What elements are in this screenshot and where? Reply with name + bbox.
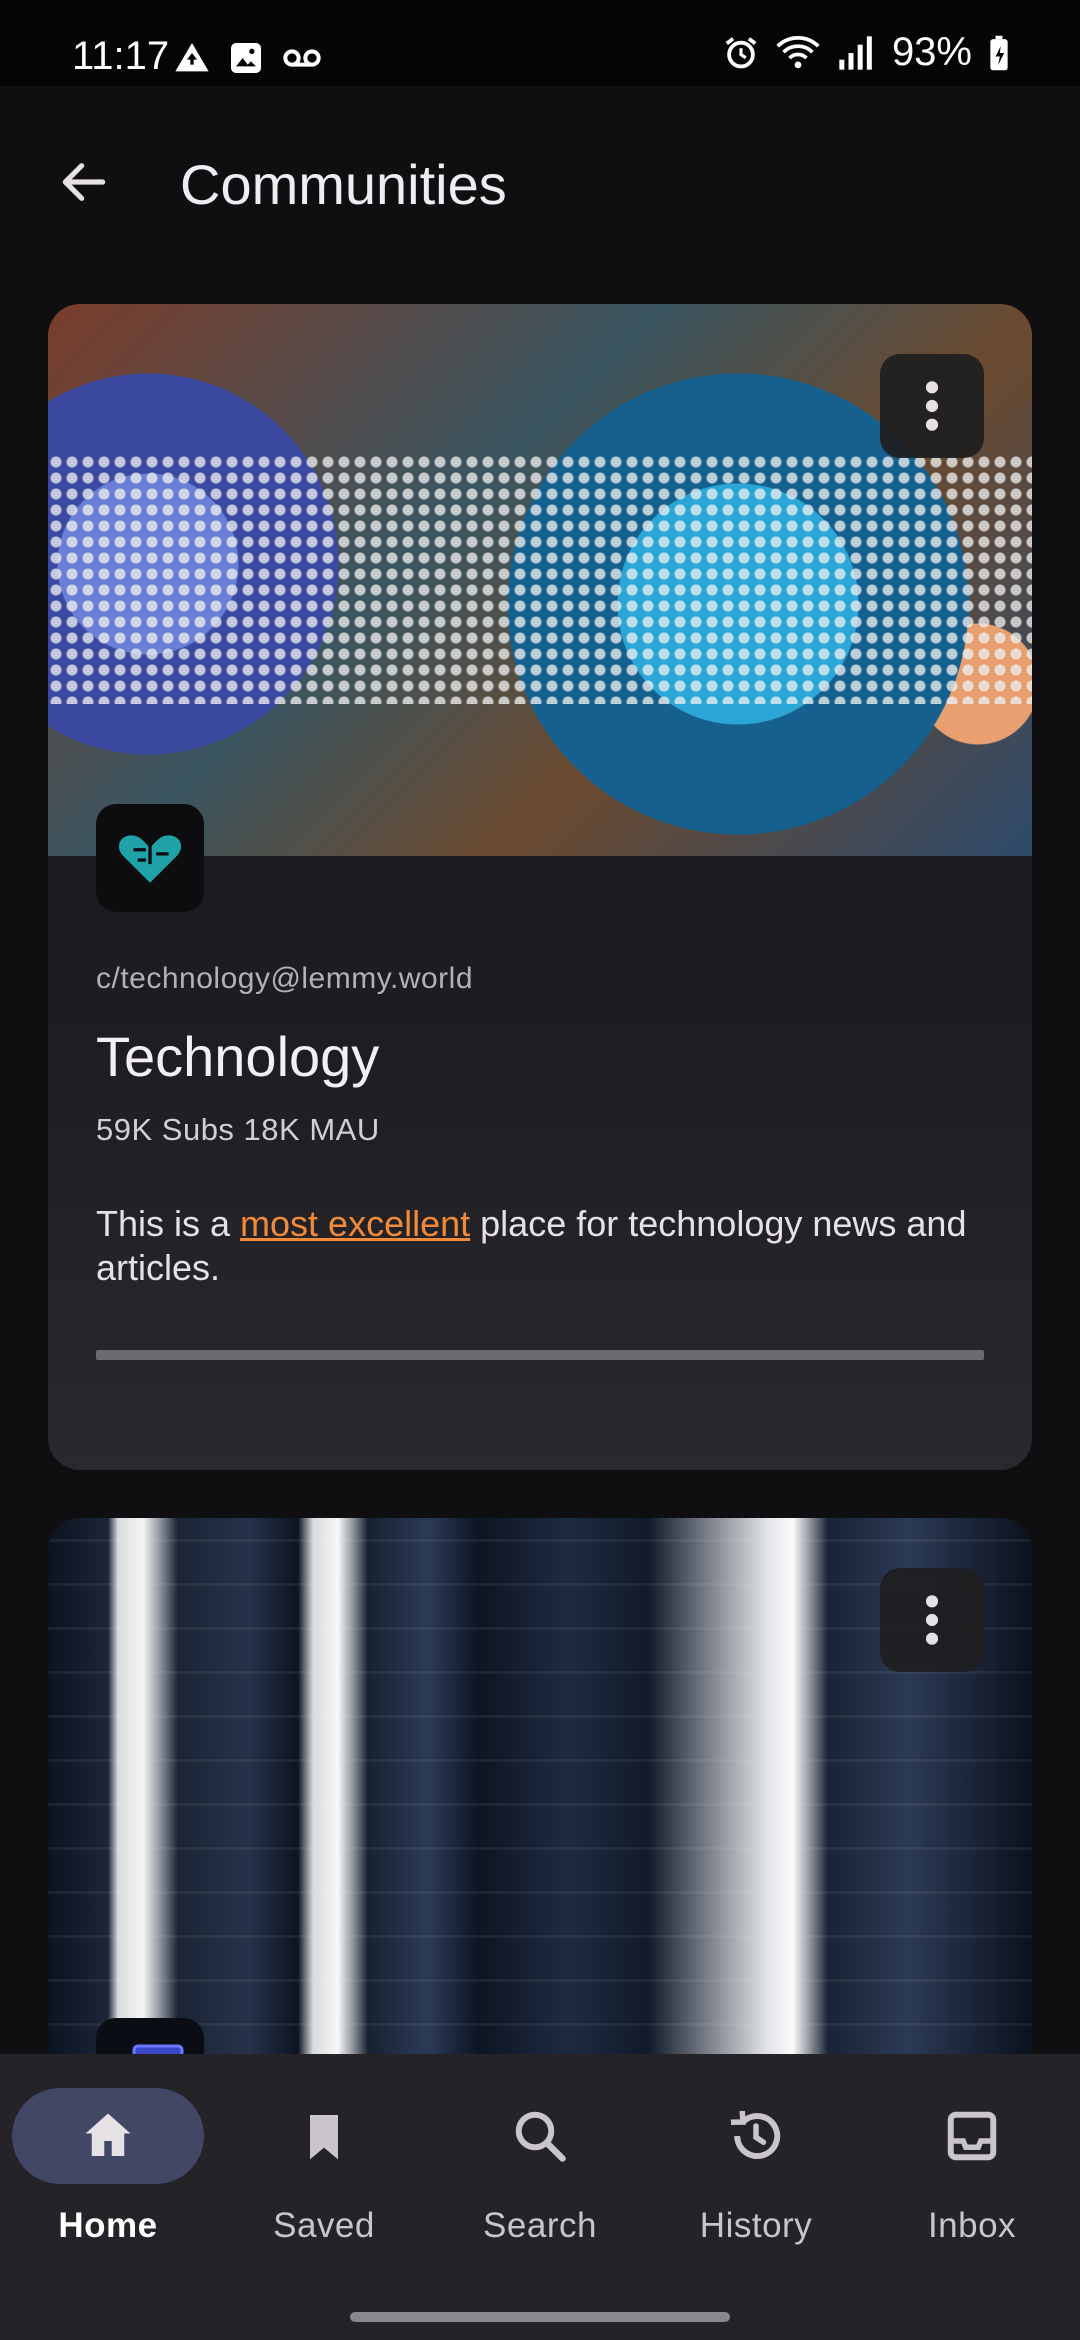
back-button[interactable] (48, 146, 120, 218)
voicemail-icon (283, 49, 321, 67)
status-time: 11:17 (72, 34, 170, 78)
search-icon (515, 2111, 566, 2162)
arrow-back-icon (62, 163, 106, 201)
top-app-bar: Communities (0, 86, 1080, 286)
history-icon (730, 2110, 781, 2159)
signal-icon (839, 35, 872, 70)
more-vert-icon (925, 1595, 939, 1645)
battery-percent: 93% (891, 30, 972, 74)
community-avatar[interactable] (96, 804, 204, 912)
bookmark-icon (310, 2115, 338, 2160)
community-handle[interactable]: c/technology@lemmy.world (96, 962, 473, 996)
description-text: This is a (96, 1203, 241, 1244)
description-link[interactable]: most excellent (240, 1203, 470, 1244)
battery-charging-icon (990, 35, 1008, 70)
circuit-heart-icon (118, 835, 182, 883)
community-menu-button[interactable] (880, 354, 984, 458)
gesture-home-indicator[interactable] (350, 2312, 730, 2322)
status-system-icons: 93% (722, 30, 1010, 75)
status-notification-icons (172, 38, 324, 78)
nav-item-saved[interactable]: Saved (216, 2088, 432, 2278)
community-card[interactable]: c/technology@lemmy.world Technology 59K … (48, 304, 1032, 1470)
description-divider (96, 1350, 984, 1360)
nav-label: Search (483, 2206, 597, 2245)
drive-upload-icon (175, 43, 209, 72)
community-description: This is a most excellent place for techn… (96, 1202, 996, 1290)
wifi-icon (776, 35, 820, 68)
banner-dot-matrix-text (48, 454, 1032, 704)
alarm-icon (725, 36, 757, 68)
nav-label: History (699, 2206, 813, 2245)
more-vert-icon (925, 381, 939, 431)
inbox-icon (947, 2111, 997, 2161)
community-name: Technology (96, 1025, 380, 1088)
nav-label: Inbox (927, 2206, 1017, 2245)
nav-item-home[interactable]: Home (0, 2088, 216, 2278)
nav-item-history[interactable]: History (648, 2088, 864, 2278)
status-bar: 11:17 93% (0, 0, 1080, 86)
community-stats: 59K Subs 18K MAU (96, 1112, 380, 1147)
bottom-navigation-bar: Home Saved Search History Inbox (0, 2054, 1080, 2340)
home-icon (85, 2113, 131, 2156)
nav-label: Saved (273, 2206, 375, 2245)
nav-label: Home (58, 2206, 158, 2245)
nav-item-search[interactable]: Search (432, 2088, 648, 2278)
page-title: Communities (180, 153, 507, 216)
community-menu-button[interactable] (880, 1568, 984, 1672)
nav-active-indicator (12, 2088, 204, 2184)
nav-item-inbox[interactable]: Inbox (864, 2088, 1080, 2278)
gallery-icon (231, 43, 261, 73)
